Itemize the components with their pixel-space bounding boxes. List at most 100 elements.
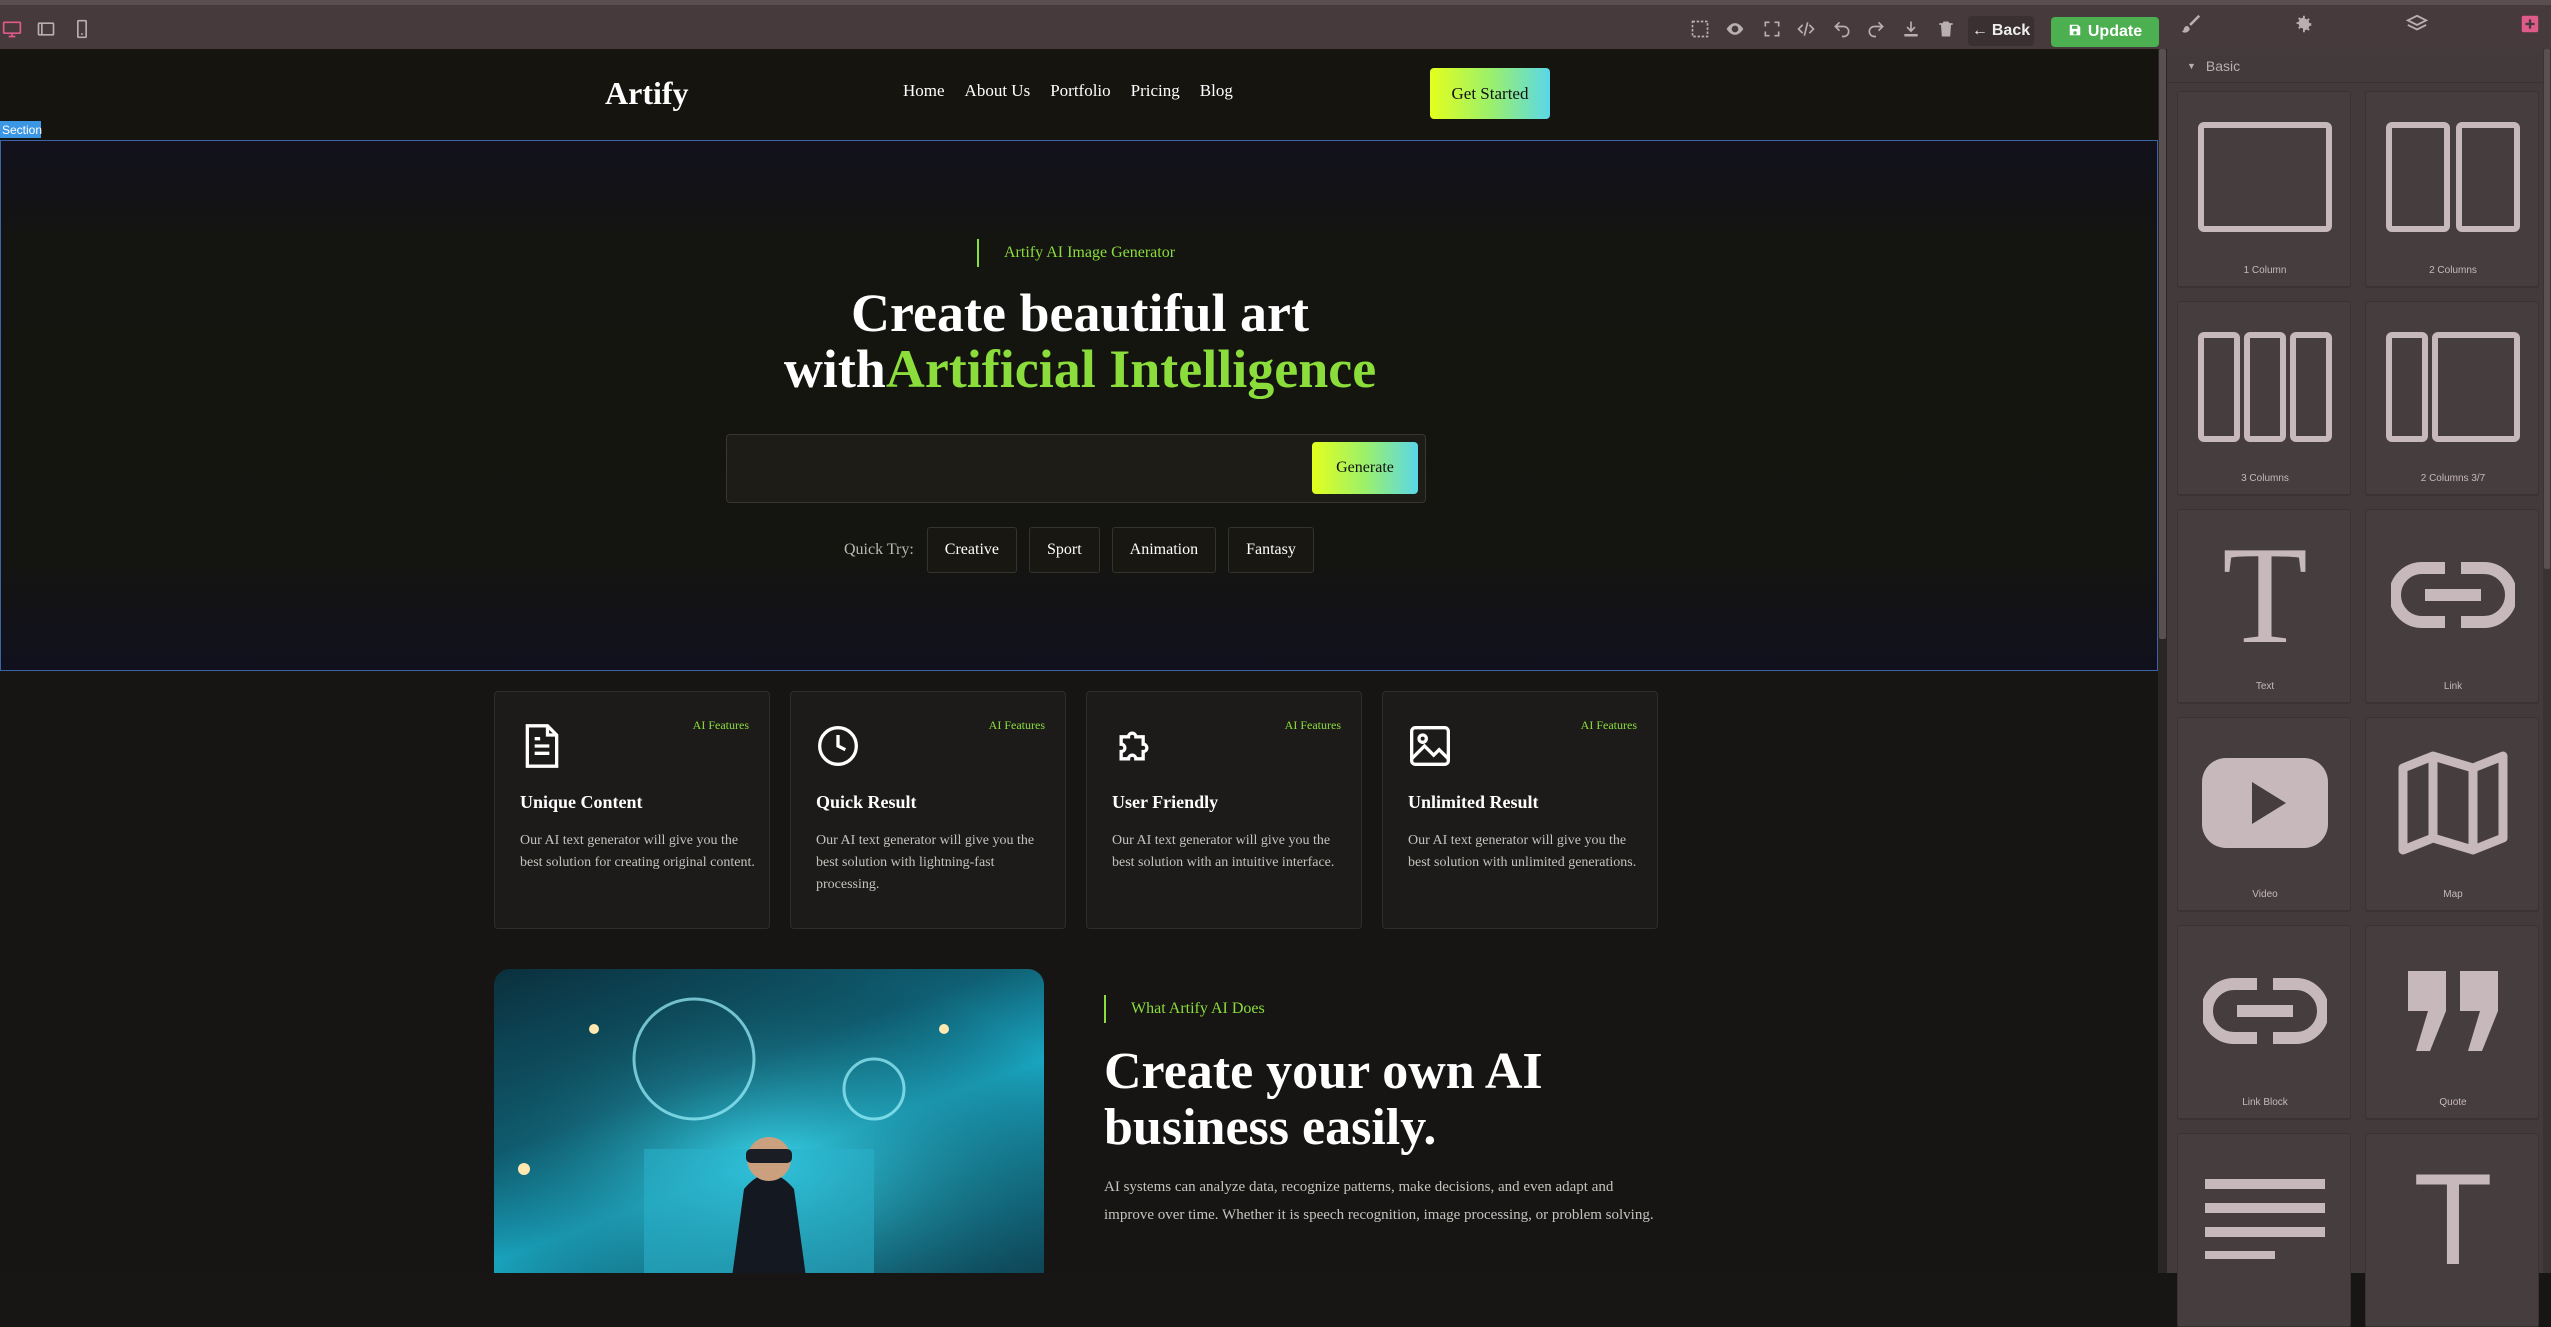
redo-icon[interactable]	[1866, 18, 1886, 40]
code-icon[interactable]	[1796, 18, 1816, 40]
block-3-columns[interactable]: 3 Columns	[2177, 301, 2351, 495]
hero-section[interactable]: Artify AI Image Generator Create beautif…	[0, 140, 2158, 671]
clock-icon	[816, 722, 860, 770]
arrow-left-icon: ←	[1971, 22, 1988, 39]
feature-tag: AI Features	[692, 718, 749, 732]
block-2-columns[interactable]: 2 Columns	[2365, 91, 2539, 287]
canvas-scrollbar[interactable]	[2158, 49, 2167, 1273]
block-label: 1 Column	[2243, 265, 2287, 276]
hero-title-line1: Create beautiful art	[851, 283, 1309, 343]
desktop-view-icon[interactable]	[2, 18, 22, 40]
block-label: Map	[2443, 889, 2463, 900]
block-video[interactable]: Video	[2177, 717, 2351, 911]
blocks-grid: 1 Column 2 Columns 3 Columns 2 Columns 3…	[2177, 91, 2539, 1327]
prompt-input[interactable]: Generate	[726, 434, 1426, 503]
block-1-column[interactable]: 1 Column	[2177, 91, 2351, 287]
image-icon	[1408, 722, 1452, 770]
block-label: Text	[2255, 681, 2275, 692]
feature-text: Our AI text generator will give you the …	[1112, 833, 1335, 870]
panel-scroll-thumb[interactable]	[2544, 49, 2550, 569]
menu-item-about[interactable]: About Us	[965, 81, 1031, 101]
about-text: AI systems can analyze data, recognize p…	[1104, 1179, 1654, 1223]
fullscreen-icon[interactable]	[1762, 18, 1782, 40]
block-link[interactable]: Link	[2365, 509, 2539, 703]
block-heading[interactable]: T	[2365, 1133, 2539, 1327]
block-label: Link Block	[2242, 1097, 2288, 1108]
link-icon	[2366, 530, 2540, 660]
block-label: 3 Columns	[2241, 473, 2289, 484]
two-columns-37-icon	[2366, 322, 2540, 452]
text-icon: T	[2222, 517, 2308, 673]
quick-try-row: Quick Try: Creative Sport Animation Fant…	[844, 527, 1314, 573]
editor-canvas[interactable]: Artify Home About Us Portfolio Pricing B…	[0, 49, 2158, 1273]
update-button[interactable]: Update	[2051, 17, 2159, 47]
block-map[interactable]: Map	[2365, 717, 2539, 911]
block-link-block[interactable]: Link Block	[2177, 925, 2351, 1119]
feature-card[interactable]: AI Features Unique Content Our AI text g…	[494, 691, 770, 929]
feature-text: Our AI text generator will give you the …	[1408, 833, 1637, 870]
chip-animation[interactable]: Animation	[1111, 527, 1217, 573]
block-text-section[interactable]	[2177, 1133, 2351, 1327]
feature-title: Unique Content	[520, 792, 643, 812]
three-columns-icon	[2178, 322, 2352, 452]
blocks-panel: ▼ Basic 1 Column 2 Columns 3 Columns 2 C…	[2167, 14, 2551, 1327]
chip-sport[interactable]: Sport	[1029, 527, 1100, 573]
settings-gear-icon[interactable]	[2292, 13, 2314, 40]
canvas-scroll-thumb[interactable]	[2159, 49, 2166, 639]
trash-icon[interactable]	[1936, 18, 1956, 40]
tablet-view-icon[interactable]	[36, 18, 56, 40]
block-label: 2 Columns	[2429, 265, 2477, 276]
two-columns-icon	[2366, 112, 2540, 242]
chip-fantasy[interactable]: Fantasy	[1228, 527, 1314, 573]
block-label: Link	[2443, 681, 2463, 692]
preview-eye-icon[interactable]	[1725, 18, 1745, 40]
one-column-icon	[2178, 112, 2352, 242]
mobile-view-icon[interactable]	[72, 18, 92, 40]
chip-creative[interactable]: Creative	[926, 527, 1017, 573]
block-2-columns-3-7[interactable]: 2 Columns 3/7	[2365, 301, 2539, 495]
feature-title: Quick Result	[816, 792, 917, 812]
panel-scrollbar[interactable]	[2543, 49, 2551, 1273]
hero-title-with: with	[783, 339, 886, 399]
feature-tag: AI Features	[1284, 718, 1341, 732]
menu-item-portfolio[interactable]: Portfolio	[1050, 81, 1110, 101]
block-quote[interactable]: Quote	[2365, 925, 2539, 1119]
style-manager-brush-icon[interactable]	[2180, 13, 2202, 40]
video-play-icon	[2178, 738, 2352, 868]
site-logo[interactable]: Artify	[605, 75, 689, 112]
feature-card[interactable]: AI Features Quick Result Our AI text gen…	[790, 691, 1066, 929]
back-button-label: Back	[1991, 22, 2031, 39]
block-text[interactable]: T Text	[2177, 509, 2351, 703]
back-button[interactable]: ← Back	[1968, 16, 2034, 46]
quote-icon	[2366, 946, 2540, 1076]
site-menu: Home About Us Portfolio Pricing Blog	[903, 81, 1233, 101]
feature-card[interactable]: AI Features User Friendly Our AI text ge…	[1086, 691, 1362, 929]
feature-text: Our AI text generator will give you the …	[816, 833, 1035, 892]
update-button-label: Update	[2087, 23, 2143, 40]
file-text-icon	[520, 722, 564, 770]
download-icon[interactable]	[1901, 18, 1921, 40]
puzzle-icon	[1112, 722, 1156, 770]
caret-down-icon: ▼	[2187, 60, 2196, 71]
about-title: Create your own AI business easily.	[1104, 1043, 1543, 1156]
heading-text-icon: T	[2413, 1146, 2493, 1292]
undo-icon[interactable]	[1832, 18, 1852, 40]
features-row: AI Features Unique Content Our AI text g…	[494, 691, 1658, 929]
selection-label: Section	[0, 121, 43, 138]
about-image[interactable]	[494, 969, 1044, 1273]
generate-button[interactable]: Generate	[1312, 442, 1418, 494]
component-outline-icon[interactable]	[1690, 18, 1710, 40]
block-label: Video	[2252, 889, 2278, 900]
feature-text: Our AI text generator will give you the …	[520, 833, 755, 870]
menu-item-blog[interactable]: Blog	[1200, 81, 1233, 101]
menu-item-pricing[interactable]: Pricing	[1131, 81, 1180, 101]
get-started-button[interactable]: Get Started	[1430, 68, 1550, 119]
menu-item-home[interactable]: Home	[903, 81, 945, 101]
feature-card[interactable]: AI Features Unlimited Result Our AI text…	[1382, 691, 1658, 929]
category-basic[interactable]: ▼ Basic	[2167, 49, 2543, 83]
blocks-add-icon[interactable]	[2519, 13, 2541, 40]
link-block-icon	[2178, 946, 2352, 1076]
site-navbar[interactable]: Artify Home About Us Portfolio Pricing B…	[0, 49, 2158, 140]
layers-icon[interactable]	[2405, 13, 2429, 40]
hero-title-accent: Artificial Intelligence	[885, 339, 1377, 399]
